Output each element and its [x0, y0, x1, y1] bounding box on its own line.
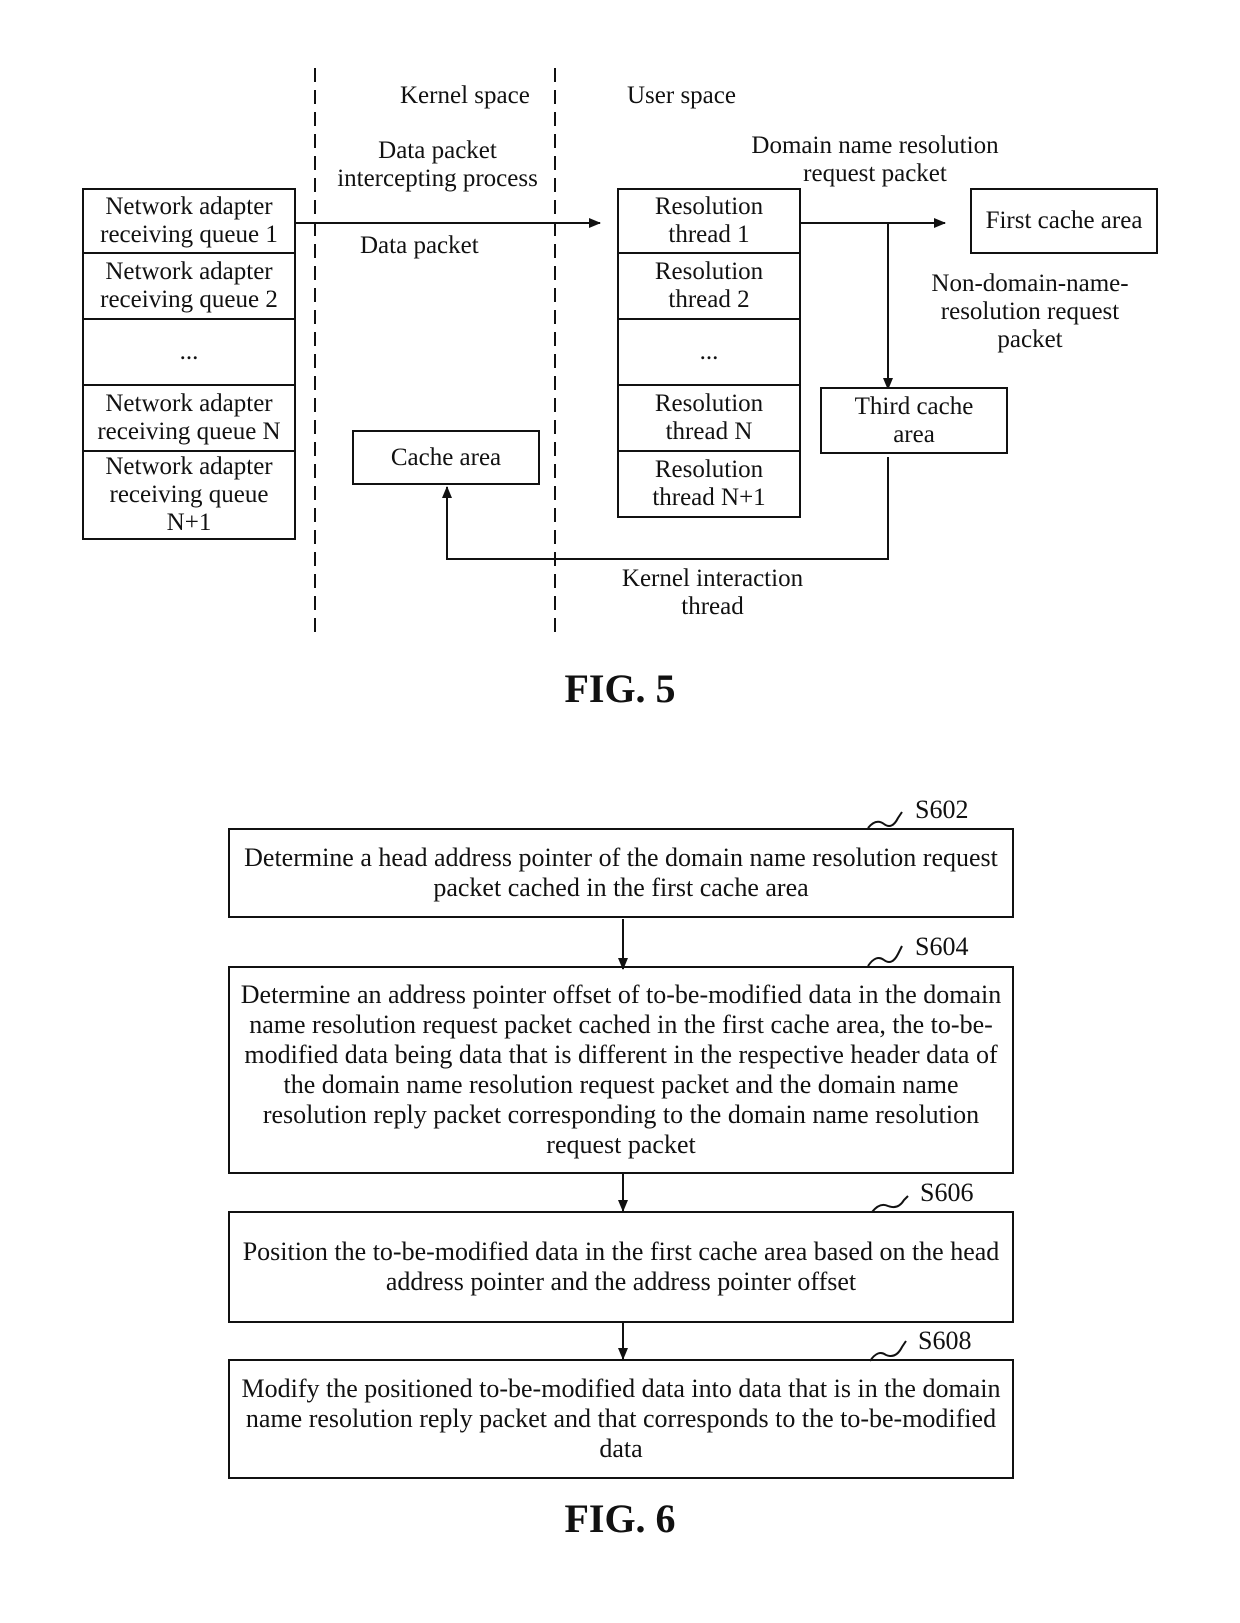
- third-cache-area: Third cache area: [820, 387, 1008, 454]
- step-s606: Position the to-be-modified data in the …: [228, 1211, 1014, 1323]
- squiggle-s606: [871, 1195, 909, 1213]
- thread-n-plus-1: Resolution thread N+1: [617, 452, 801, 518]
- queue-ellipsis: ...: [82, 320, 296, 386]
- step-id-s604: S604: [915, 932, 969, 961]
- kernel-space-label: Kernel space: [400, 82, 530, 109]
- queue-n: Network adapter receiving queue N: [82, 386, 296, 452]
- thread-ellipsis-label: ...: [699, 338, 719, 365]
- fig6-caption: FIG. 6: [564, 1496, 676, 1541]
- step-s602: Determine a head address pointer of the …: [228, 828, 1014, 918]
- step-s602-text: Determine a head address pointer of the …: [244, 843, 998, 902]
- step-id-s606: S606: [920, 1178, 974, 1207]
- non-dns-request-label: Non-domain-name-resolution request packe…: [931, 270, 1129, 353]
- kernel-interaction-label: Kernel interaction thread: [621, 565, 804, 620]
- step-id-s602: S602: [915, 795, 969, 824]
- thread-1: Resolution thread 1: [617, 188, 801, 254]
- step-s604-text: Determine an address pointer offset of t…: [240, 980, 1002, 1159]
- thread-n: Resolution thread N: [617, 386, 801, 452]
- queue-1: Network adapter receiving queue 1: [82, 188, 296, 254]
- cache-area-label: Cache area: [390, 443, 502, 471]
- cache-area: Cache area: [352, 430, 540, 485]
- third-cache-area-label: Third cache area: [854, 392, 974, 448]
- squiggle-s604: [867, 945, 903, 967]
- step-s608: Modify the positioned to-be-modified dat…: [228, 1359, 1014, 1479]
- step-s608-text: Modify the positioned to-be-modified dat…: [241, 1374, 1001, 1463]
- fig5-caption: FIG. 5: [564, 666, 676, 711]
- step-s606-text: Position the to-be-modified data in the …: [242, 1237, 1000, 1296]
- thread-2-label: Resolution thread 2: [654, 258, 764, 313]
- queue-1-label: Network adapter receiving queue 1: [100, 193, 278, 248]
- squiggle-s602: [867, 811, 903, 829]
- squiggle-s608: [869, 1340, 907, 1362]
- queue-ellipsis-label: ...: [179, 338, 199, 365]
- data-packet-label: Data packet: [360, 232, 479, 259]
- user-space-label: User space: [627, 82, 736, 109]
- queue-n-label: Network adapter receiving queue N: [97, 390, 281, 445]
- thread-n-plus-1-label: Resolution thread N+1: [652, 456, 766, 511]
- first-cache-area-label: First cache area: [985, 207, 1143, 234]
- queue-n-plus-1: Network adapter receiving queue N+1: [82, 452, 296, 540]
- thread-2: Resolution thread 2: [617, 254, 801, 320]
- queue-2-label: Network adapter receiving queue 2: [100, 258, 278, 313]
- step-id-s608: S608: [918, 1326, 972, 1355]
- thread-ellipsis: ...: [617, 320, 801, 386]
- thread-n-label: Resolution thread N: [654, 390, 764, 445]
- step-s604: Determine an address pointer offset of t…: [228, 966, 1014, 1174]
- thread-1-label: Resolution thread 1: [654, 193, 764, 248]
- queue-n-plus-1-label: Network adapter receiving queue N+1: [105, 453, 273, 536]
- intercept-process-label: Data packet intercepting process: [337, 137, 538, 192]
- queue-2: Network adapter receiving queue 2: [82, 254, 296, 320]
- dns-request-label: Domain name resolution request packet: [751, 132, 999, 187]
- first-cache-area: First cache area: [970, 188, 1158, 254]
